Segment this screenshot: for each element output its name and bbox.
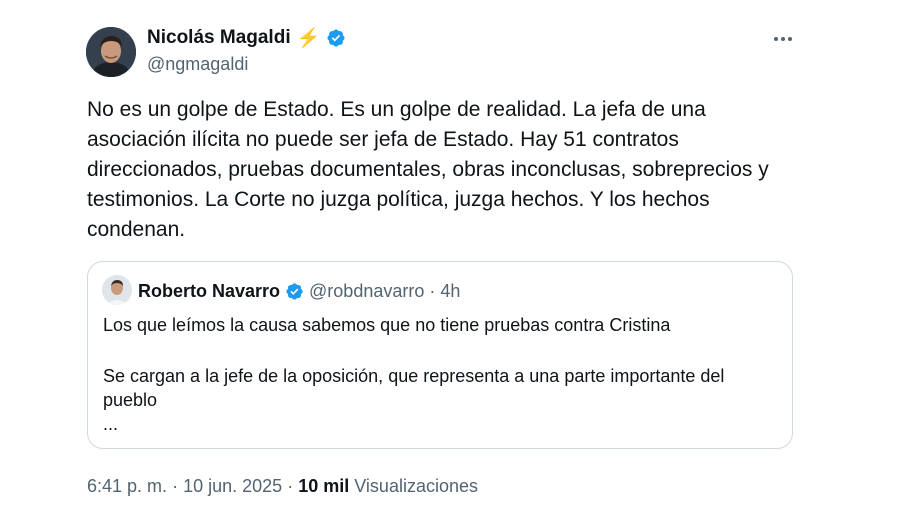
views-label[interactable]: Visualizaciones	[354, 476, 478, 496]
author-name-row: Nicolás Magaldi ⚡	[147, 27, 346, 49]
views-count[interactable]: 10 mil	[298, 476, 349, 496]
footer-separator: ·	[172, 476, 179, 496]
quote-ellipsis: ...	[103, 414, 119, 434]
tweet-footer: 6:41 p. m. · 10 jun. 2025 · 10 mil Visua…	[87, 476, 478, 497]
avatar-image	[102, 275, 132, 305]
quote-line-1: Los que leímos la causa sabemos que no t…	[103, 315, 671, 335]
author-handle[interactable]: @ngmagaldi	[147, 54, 248, 75]
author-avatar[interactable]	[86, 27, 136, 77]
tweet-date[interactable]: 10 jun. 2025	[183, 476, 282, 496]
quote-author-handle[interactable]: @robdnavarro	[309, 281, 424, 302]
more-horizontal-icon	[774, 37, 792, 41]
verified-badge-icon	[327, 29, 345, 47]
quote-author-avatar[interactable]	[102, 275, 132, 305]
quote-text: Los que leímos la causa sabemos que no t…	[103, 313, 783, 436]
more-options-button[interactable]	[772, 28, 794, 50]
quote-line-2: Se cargan a la jefe de la oposición, que…	[103, 366, 725, 410]
quote-author-name[interactable]: Roberto Navarro	[138, 281, 280, 302]
author-name[interactable]: Nicolás Magaldi	[147, 27, 291, 49]
quoted-tweet-card[interactable]: Roberto Navarro @robdnavarro · 4h Los qu…	[87, 261, 793, 449]
tweet-text: No es un golpe de Estado. Es un golpe de…	[87, 98, 769, 241]
lightning-emoji: ⚡	[296, 27, 321, 49]
tweet-time[interactable]: 6:41 p. m.	[87, 476, 167, 496]
quote-separator: ·	[429, 281, 436, 301]
verified-badge-icon	[286, 283, 303, 300]
avatar-image	[86, 27, 136, 77]
quote-header: Roberto Navarro @robdnavarro · 4h	[138, 281, 460, 302]
footer-separator: ·	[287, 476, 294, 496]
quote-timestamp[interactable]: 4h	[440, 281, 460, 302]
